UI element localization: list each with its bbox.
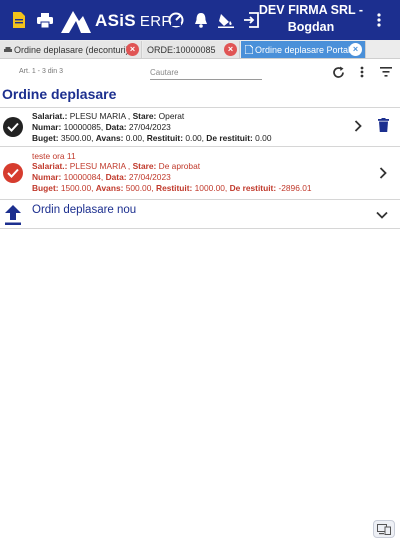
devices-icon — [377, 523, 391, 535]
new-order-label: Ordin deplasare nou — [32, 204, 137, 216]
numar-label: Numar: — [32, 122, 62, 132]
new-order-row[interactable]: Ordin deplasare nou — [0, 199, 400, 229]
tab-strip: Ordine deplasare (deconturi) × ORDE:1000… — [0, 40, 400, 59]
list-item[interactable]: Salariat.: PLESU MARIA , Stare: Operat N… — [0, 107, 400, 146]
chevron-right-icon[interactable] — [352, 119, 364, 133]
close-icon[interactable]: × — [224, 43, 237, 56]
stare-label: Stare: — [132, 161, 157, 171]
top-bar: ASiS ERP DEV FIRMA SRL - Bogdan — [0, 0, 400, 40]
number-line: Numar: 10000085, Data: 27/04/2023 — [32, 122, 171, 132]
delete-icon[interactable] — [377, 118, 389, 132]
restituit-label: Restituit: — [146, 133, 183, 143]
stare-value: Operat — [158, 111, 185, 121]
tab-orde-10000085[interactable]: ORDE:10000085 × — [143, 41, 240, 58]
restituit-label: Restituit: — [156, 183, 193, 193]
app-logo[interactable]: ASiS ERP — [61, 8, 172, 34]
de-restituit-label: De restituit: — [206, 133, 253, 143]
data-label: Data: — [105, 122, 127, 132]
tab-label: Ordine deplasare (deconturi) — [14, 44, 129, 55]
tab-ordine-deplasare-deconturi[interactable]: Ordine deplasare (deconturi) × — [0, 41, 142, 58]
de-restituit-value: -2896.01 — [278, 183, 312, 193]
document-icon[interactable] — [10, 11, 28, 29]
tab-label: Ordine deplasare Portal — [255, 44, 351, 55]
item-title: teste ora 11 — [32, 151, 76, 161]
document-icon — [245, 45, 253, 54]
paint-icon[interactable] — [217, 11, 235, 29]
logo-mountain-icon — [61, 11, 91, 33]
company-line-1: DEV FIRMA SRL - — [258, 3, 364, 17]
avans-label: Avans: — [95, 133, 124, 143]
dashboard-icon[interactable] — [167, 11, 185, 29]
numar-value: 10000085 — [63, 122, 101, 132]
salariat-value: PLESU MARIA — [69, 111, 126, 121]
budget-line: Buget: 3500.00, Avans: 0.00, Restituit: … — [32, 133, 272, 143]
number-line: Numar: 10000084, Data: 27/04/2023 — [32, 172, 171, 182]
employee-line: Salariat.: PLESU MARIA , Stare: Operat — [32, 111, 185, 121]
more-vert-icon[interactable] — [370, 11, 388, 29]
close-icon[interactable]: × — [126, 43, 139, 56]
salariat-label: Salariat.: — [32, 111, 68, 121]
avans-label: Avans: — [95, 183, 124, 193]
filter-icon[interactable] — [379, 64, 393, 80]
tab-ordine-deplasare-portal[interactable]: Ordine deplasare Portal × — [241, 41, 366, 58]
page-title: Ordine deplasare — [2, 86, 117, 102]
car-icon — [4, 46, 12, 52]
numar-label: Numar: — [32, 172, 62, 182]
data-value: 27/04/2023 — [128, 172, 171, 182]
avans-value: 500.00 — [125, 183, 152, 193]
employee-line: Salariat.: PLESU MARIA , Stare: De aprob… — [32, 161, 201, 171]
buget-value: 1500.00 — [60, 183, 92, 193]
chevron-right-icon[interactable] — [377, 166, 389, 180]
de-restituit-value: 0.00 — [255, 133, 272, 143]
chevron-down-icon[interactable] — [376, 208, 388, 222]
logo-text: ASiS — [95, 11, 136, 30]
stare-value: De aprobat — [158, 161, 201, 171]
check-circle-icon — [3, 163, 23, 183]
buget-value: 3500.00 — [60, 133, 92, 143]
list-item[interactable]: teste ora 11 Salariat.: PLESU MARIA , St… — [0, 146, 400, 199]
avans-value: 0.00 — [125, 133, 143, 143]
salariat-label: Salariat.: — [32, 161, 68, 171]
search-input[interactable]: Cautare — [150, 66, 262, 80]
record-count: Art. 1 - 3 din 3 — [19, 68, 63, 75]
numar-value: 10000084 — [63, 172, 101, 182]
budget-line: Buget: 1500.00, Avans: 500.00, Restituit… — [32, 183, 312, 193]
more-vert-icon[interactable] — [355, 64, 369, 80]
buget-label: Buget: — [32, 133, 59, 143]
buget-label: Buget: — [32, 183, 59, 193]
data-value: 27/04/2023 — [128, 122, 171, 132]
stare-label: Stare: — [132, 111, 157, 121]
bell-icon[interactable] — [192, 11, 210, 29]
restituit-value: 0.00 — [185, 133, 202, 143]
tab-label: ORDE:10000085 — [147, 44, 216, 55]
refresh-icon[interactable] — [331, 64, 345, 80]
data-label: Data: — [105, 172, 127, 182]
device-switch-button[interactable] — [373, 520, 395, 538]
upload-icon — [4, 204, 22, 226]
close-icon[interactable]: × — [349, 43, 362, 56]
company-line-2: Bogdan — [287, 20, 335, 34]
restituit-value: 1000.00 — [194, 183, 225, 193]
print-icon[interactable] — [36, 11, 54, 29]
check-circle-icon — [3, 117, 23, 137]
company-name: DEV FIRMA SRL - Bogdan — [256, 2, 366, 36]
salariat-value: PLESU MARIA — [69, 161, 126, 171]
de-restituit-label: De restituit: — [229, 183, 277, 193]
